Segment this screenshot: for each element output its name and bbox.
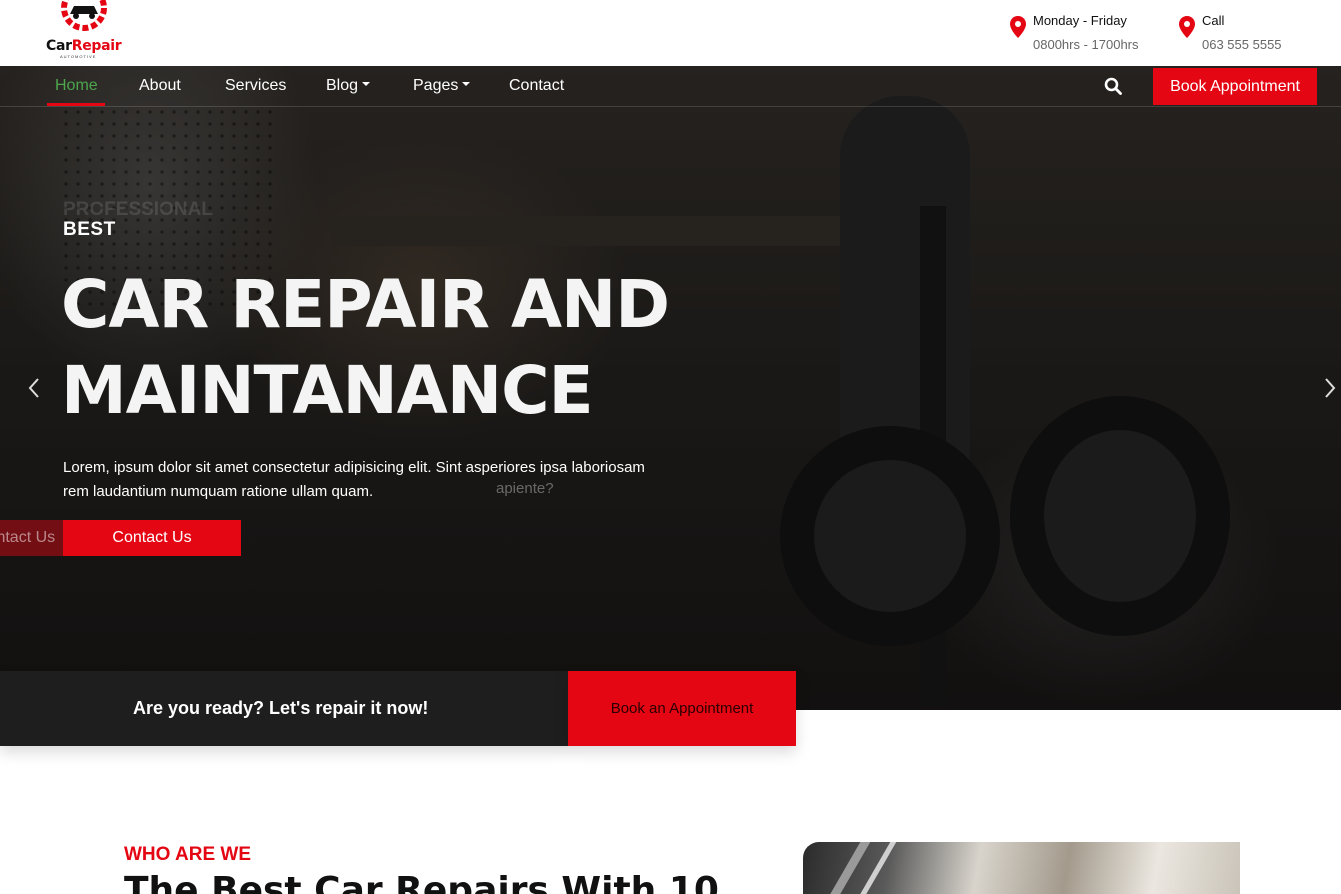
brand-name: CarRepair (46, 38, 122, 54)
hero-eyebrow: BEST (63, 219, 116, 240)
ghost-eyebrow: PROFESSIONAL (63, 199, 213, 220)
chevron-left-icon[interactable] (26, 376, 42, 400)
nav-about[interactable]: About (139, 77, 181, 95)
caret-down-icon (362, 82, 371, 86)
hero-headline: CAR REPAIR AND MAINTANANCE (61, 262, 761, 434)
cta-strip: Are you ready? Let's repair it now! (0, 671, 568, 746)
nav-blog-label: Blog (326, 77, 359, 94)
about-eyebrow: WHO ARE WE (124, 844, 252, 865)
main-nav: Home About Services Blog Pages Contact (0, 66, 1341, 107)
ghost-description-tail: apiente? (496, 480, 554, 497)
brand-tagline: AUTOMOTIVE (60, 54, 97, 59)
gear-car-icon (61, 0, 107, 31)
contact-us-button[interactable]: Contact Us (63, 520, 241, 556)
top-bar: CarRepair AUTOMOTIVE Monday - Friday 080… (0, 0, 1341, 66)
hero-headline-line1: CAR REPAIR AND (61, 266, 670, 343)
phone-number[interactable]: 063 555 5555 (1202, 37, 1282, 52)
about-title: The Best Car Repairs With 10 (124, 870, 719, 894)
nav-blog[interactable]: Blog (326, 77, 371, 95)
nav-pages-label: Pages (413, 77, 459, 94)
nav-pages[interactable]: Pages (413, 77, 471, 95)
map-pin-icon (1010, 16, 1026, 38)
chevron-right-icon[interactable] (1322, 376, 1338, 400)
brand-logo[interactable]: CarRepair AUTOMOTIVE (46, 0, 126, 60)
phone-label: Call (1202, 13, 1225, 28)
about-image (803, 842, 1240, 894)
hours-time: 0800hrs - 1700hrs (1033, 37, 1139, 52)
hero-description: Lorem, ipsum dolor sit amet consectetur … (63, 459, 645, 500)
cta-text: Are you ready? Let's repair it now! (133, 698, 429, 718)
search-icon[interactable] (1104, 77, 1122, 95)
hours-days: Monday - Friday (1033, 13, 1127, 28)
map-pin-icon (1179, 16, 1195, 38)
nav-contact[interactable]: Contact (509, 77, 564, 95)
nav-services[interactable]: Services (225, 77, 286, 95)
caret-down-icon (462, 82, 471, 86)
book-appointment-button[interactable]: Book Appointment (1153, 68, 1317, 105)
hero-headline-line2: MAINTANANCE (61, 352, 594, 429)
book-an-appointment-button[interactable]: Book an Appointment (568, 671, 796, 746)
nav-active-indicator (47, 103, 105, 106)
nav-home[interactable]: Home (55, 77, 98, 95)
